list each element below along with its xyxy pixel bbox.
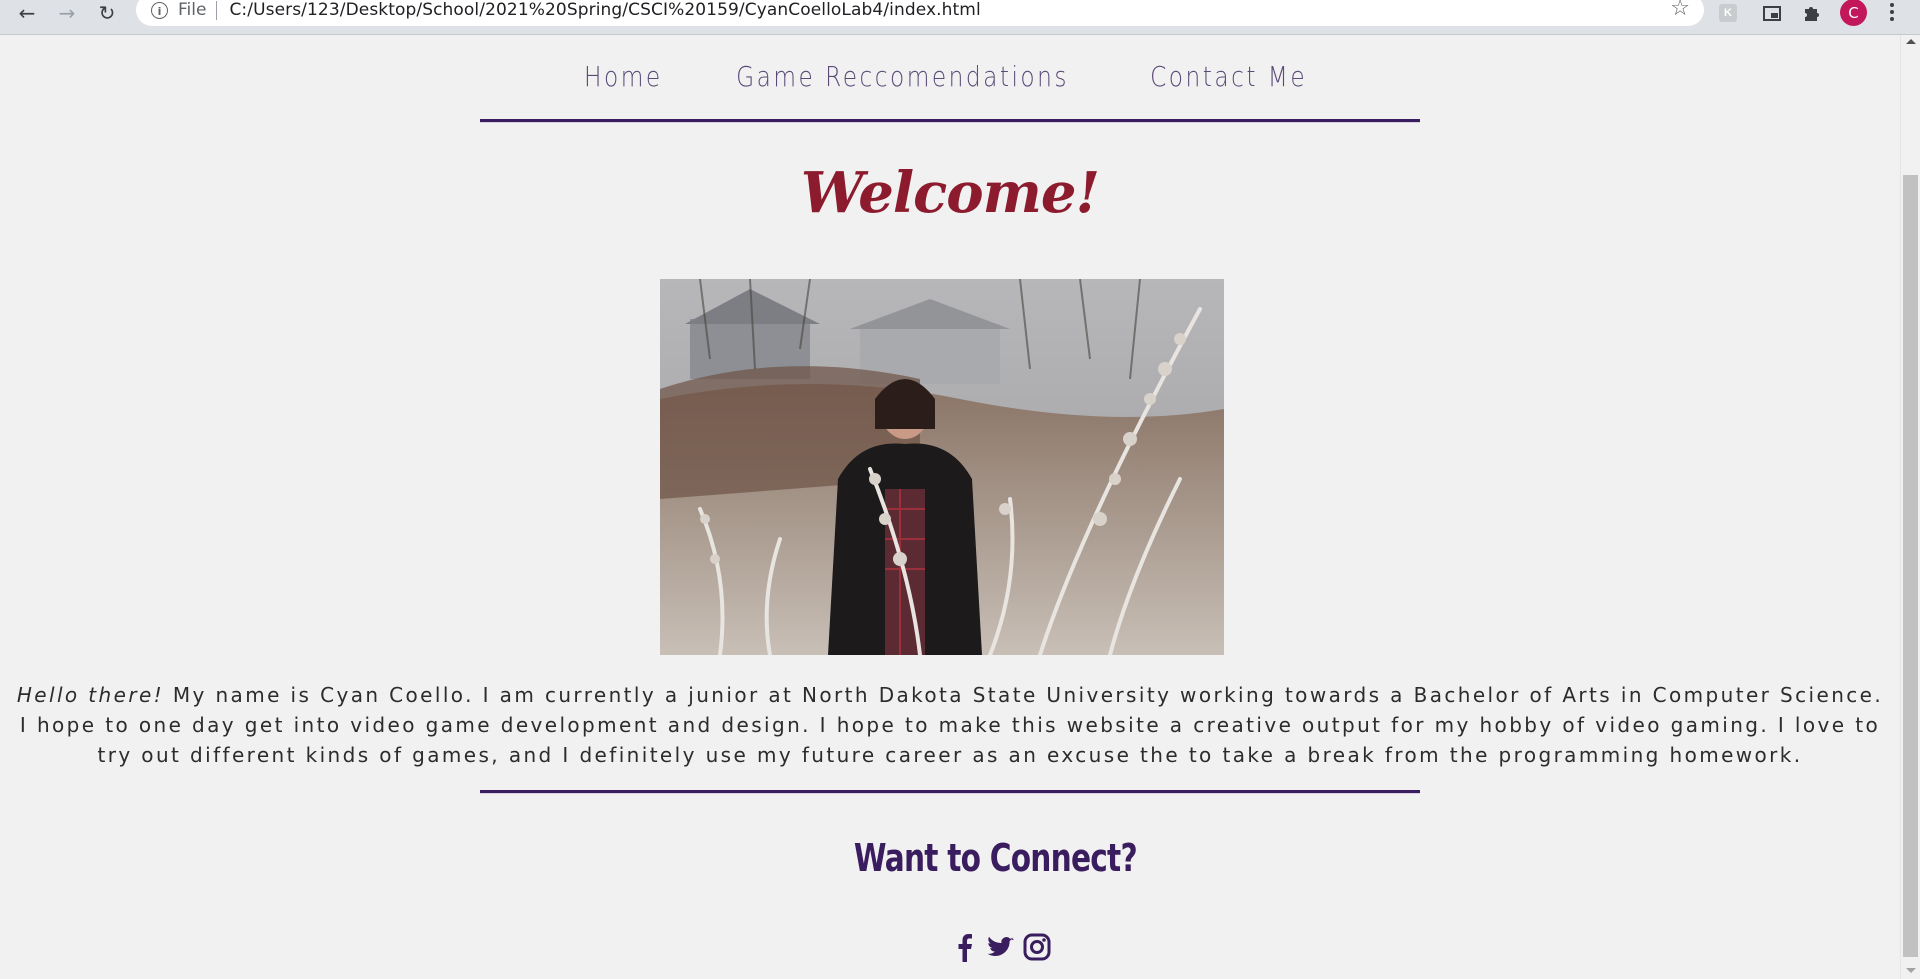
- bio-text: My name is Cyan Coello. I am currently a…: [19, 683, 1884, 767]
- page-scrollbar[interactable]: [1900, 35, 1920, 979]
- instagram-icon[interactable]: [1022, 932, 1052, 962]
- address-bar[interactable]: i File C:/Users/123/Desktop/School/2021%…: [136, 0, 1704, 26]
- scroll-down-arrow-icon[interactable]: [1906, 968, 1916, 973]
- nav-divider: [480, 119, 1420, 122]
- back-button[interactable]: ←: [12, 0, 42, 26]
- scrollbar-thumb[interactable]: [1903, 175, 1918, 957]
- url-text[interactable]: C:/Users/123/Desktop/School/2021%20Sprin…: [229, 0, 980, 20]
- scroll-up-arrow-icon[interactable]: [1906, 39, 1916, 44]
- nav-home-link[interactable]: Home: [584, 60, 663, 93]
- bookmark-star-icon[interactable]: ☆: [1670, 0, 1690, 21]
- reload-button[interactable]: ↻: [92, 0, 122, 26]
- connect-heading-text: Want to Connect?: [853, 836, 1138, 880]
- menu-kebab-icon[interactable]: [1882, 0, 1902, 26]
- bio-lead: Hello there!: [16, 683, 165, 707]
- forward-button[interactable]: →: [52, 0, 82, 26]
- extensions-puzzle-icon[interactable]: [1799, 0, 1825, 26]
- page-title: Welcome!: [800, 160, 1100, 226]
- twitter-icon[interactable]: [986, 932, 1016, 962]
- extension-icon[interactable]: K: [1719, 4, 1737, 22]
- browser-toolbar: ← → ↻ i File C:/Users/123/Desktop/School…: [0, 0, 1920, 35]
- nav-game-recommendations-link[interactable]: Game Reccomendations: [736, 60, 1069, 93]
- bio-paragraph: Hello there! My name is Cyan Coello. I a…: [16, 680, 1884, 770]
- picture-in-picture-icon[interactable]: [1759, 0, 1785, 26]
- content-divider: [480, 790, 1420, 793]
- facebook-icon[interactable]: [950, 932, 980, 962]
- connect-heading: Want to Connect?: [0, 836, 1920, 880]
- social-links: [950, 930, 1052, 964]
- nav-contact-link[interactable]: Contact Me: [1150, 60, 1307, 93]
- site-nav: Home Game Reccomendations Contact Me: [480, 60, 1420, 93]
- scheme-divider: [216, 0, 218, 20]
- info-icon[interactable]: i: [151, 1, 168, 19]
- profile-avatar[interactable]: C: [1840, 0, 1867, 26]
- url-scheme: File: [178, 0, 207, 20]
- profile-photo: [660, 279, 1224, 655]
